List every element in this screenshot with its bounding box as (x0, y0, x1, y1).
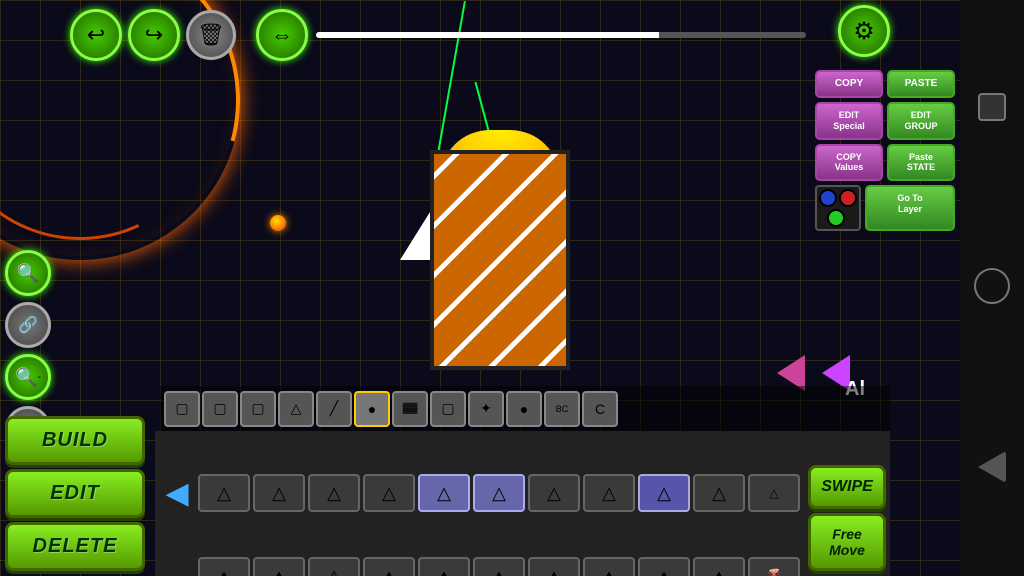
obj-0-2[interactable]: △ (308, 474, 360, 512)
obj-0-6[interactable]: △ (528, 474, 580, 512)
obj-1-10[interactable]: 🌋 (748, 557, 800, 576)
edit-row-4: Go ToLayer (815, 185, 955, 231)
obj-0-3[interactable]: △ (363, 474, 415, 512)
settings-button[interactable]: ⚙ (838, 5, 890, 57)
edit-mode-button[interactable]: EDIT (5, 469, 145, 518)
player-ball (270, 215, 286, 231)
link-button[interactable]: 🔗 (5, 302, 51, 348)
grid-arrow-left[interactable]: ◀ (159, 433, 195, 553)
copy-values-button[interactable]: COPYValues (815, 144, 883, 182)
obj-0-8[interactable]: △ (638, 474, 690, 512)
obj-1-7[interactable]: ⛰ (583, 557, 635, 576)
edit-row-1: COPY PASTE (815, 70, 955, 98)
color-picker[interactable] (815, 185, 861, 231)
palette-item-10[interactable]: BC (544, 391, 580, 427)
delete-mode-button[interactable]: DELETE (5, 522, 145, 571)
palette-item-0[interactable]: ▢ (164, 391, 200, 427)
palette-bar: ▢ ▢ ▢ △ ╱ ● ▓▓ ▢ ✦ ● BC C (160, 386, 890, 431)
main-block (430, 150, 570, 370)
swap-button[interactable]: ⇔ (256, 9, 308, 61)
obj-1-6[interactable]: ⛰ (528, 557, 580, 576)
edit-group-button[interactable]: EDITGROUP (887, 102, 955, 140)
obj-0-10[interactable]: △ (748, 474, 800, 512)
phone-edge (960, 0, 1024, 576)
obj-1-8[interactable]: ⛰ (638, 557, 690, 576)
obj-1-3[interactable]: ⛰ (363, 557, 415, 576)
obj-0-7[interactable]: △ (583, 474, 635, 512)
edit-special-button[interactable]: EDITSpecial (815, 102, 883, 140)
bottom-left-panel: BUILD EDIT DELETE (5, 416, 165, 571)
palette-item-6[interactable]: ▓▓ (392, 391, 428, 427)
obj-0-1[interactable]: △ (253, 474, 305, 512)
obj-1-2[interactable]: △ (308, 557, 360, 576)
palette-item-3[interactable]: △ (278, 391, 314, 427)
zoom-out-button[interactable]: 🔍- (5, 354, 51, 400)
copy-button[interactable]: COPY (815, 70, 883, 98)
obj-0-4[interactable]: △ (418, 474, 470, 512)
palette-item-9[interactable]: ● (506, 391, 542, 427)
obj-0-0[interactable]: △ (198, 474, 250, 512)
right-side-buttons: SWIPE FreeMove (808, 465, 888, 571)
paste-state-button[interactable]: PasteSTATE (887, 144, 955, 182)
game-object (380, 100, 580, 380)
paste-button[interactable]: PASTE (887, 70, 955, 98)
zoom-in-button[interactable]: 🔍 (5, 250, 51, 296)
obj-1-0[interactable]: ⛰ (198, 557, 250, 576)
palette-item-4[interactable]: ╱ (316, 391, 352, 427)
top-toolbar: ↩ ↪ 🗑 ⇔ (0, 5, 896, 65)
edit-row-3: COPYValues PasteSTATE (815, 144, 955, 182)
phone-square-button[interactable] (978, 93, 1006, 121)
free-move-button[interactable]: FreeMove (808, 513, 886, 571)
palette-item-1[interactable]: ▢ (202, 391, 238, 427)
build-mode-button[interactable]: BUILD (5, 416, 145, 465)
palette-item-2[interactable]: ▢ (240, 391, 276, 427)
game-area: Al ↩ ↪ 🗑 ⇔ ⚙ COPY PASTE EDITSpecial EDIT… (0, 0, 960, 576)
obj-1-5[interactable]: ⛰ (473, 557, 525, 576)
object-row-2: ⛰ ⛰ △ ⛰ ⛰ ⛰ ⛰ ⛰ ⛰ ⛰ 🌋 (155, 555, 890, 576)
obj-1-4[interactable]: ⛰ (418, 557, 470, 576)
slider-track[interactable] (316, 32, 806, 38)
delete-button[interactable]: 🗑 (186, 10, 236, 60)
palette-item-7[interactable]: ▢ (430, 391, 466, 427)
obj-0-5[interactable]: △ (473, 474, 525, 512)
edit-panel: COPY PASTE EDITSpecial EDITGROUP COPYVal… (815, 70, 955, 231)
phone-circle-button[interactable] (974, 268, 1010, 304)
palette-item-5[interactable]: ● (354, 391, 390, 427)
obj-1-9[interactable]: ⛰ (693, 557, 745, 576)
edit-row-2: EDITSpecial EDITGROUP (815, 102, 955, 140)
object-grid: ◀ △ △ △ △ △ △ △ △ △ △ △ ▶ ⛰ ⛰ △ ⛰ ⛰ ⛰ ⛰ … (155, 431, 890, 576)
palette-item-8[interactable]: ✦ (468, 391, 504, 427)
palette-item-11[interactable]: C (582, 391, 618, 427)
object-row-1: ◀ △ △ △ △ △ △ △ △ △ △ △ ▶ (155, 431, 890, 555)
redo-button[interactable]: ↪ (128, 9, 180, 61)
obj-1-1[interactable]: ⛰ (253, 557, 305, 576)
swipe-button[interactable]: SWIPE (808, 465, 886, 509)
phone-back-button[interactable] (978, 451, 1006, 483)
slider-area: ⇔ (256, 9, 806, 61)
undo-button[interactable]: ↩ (70, 9, 122, 61)
go-to-layer-button[interactable]: Go ToLayer (865, 185, 955, 231)
obj-0-9[interactable]: △ (693, 474, 745, 512)
